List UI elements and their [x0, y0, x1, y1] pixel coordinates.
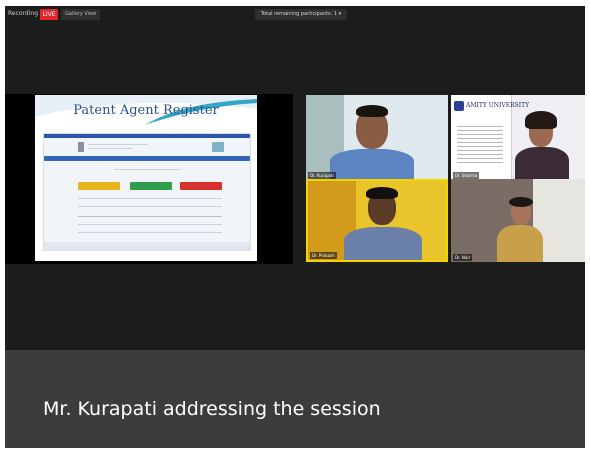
form-row-1 — [78, 198, 222, 199]
participant-shirt — [330, 149, 414, 180]
photo-caption: Mr. Kurapati addressing the session — [43, 398, 381, 420]
search-option-green — [130, 182, 172, 190]
website-logo — [212, 142, 224, 152]
video-tile-participant-3-active-speaker[interactable]: Dr. Prakash — [306, 179, 448, 262]
participant-name-label: Dr. Sharma — [453, 172, 480, 179]
participants-label: Total remaining participants: 1 — [260, 11, 338, 17]
website-header-bar — [44, 134, 250, 138]
search-option-yellow — [78, 182, 120, 190]
amity-banner: AMITY UNIVERSITY — [451, 95, 529, 180]
amity-logo-icon — [454, 101, 464, 111]
participant-hair — [525, 111, 557, 129]
participant-name-label: Dr. Prakash — [310, 252, 337, 259]
slide-title: Patent Agent Register — [73, 103, 219, 118]
caption-bar: Mr. Kurapati addressing the session — [5, 350, 585, 448]
participant-hair — [509, 197, 533, 207]
table-row-1 — [78, 216, 222, 217]
zoom-meeting-screenshot: Recording LIVE Gallery View Total remain… — [0, 0, 590, 453]
participants-button[interactable]: Total remaining participants: 1 ▾ — [255, 9, 347, 20]
emblem-logo — [78, 142, 84, 152]
banner-text-lines — [457, 123, 503, 163]
participant-hair — [356, 105, 388, 117]
amity-university-name: AMITY UNIVERSITY — [466, 102, 530, 109]
website-header-text-2 — [88, 148, 132, 149]
recording-label: Recording — [8, 10, 39, 17]
table-row-2 — [78, 224, 222, 225]
participant-clothing — [515, 147, 569, 180]
participant-name-label: Dr. Kurapati — [308, 172, 336, 179]
table-row-3 — [78, 232, 222, 233]
participant-saree — [497, 225, 543, 262]
chevron-down-icon: ▾ — [338, 11, 342, 17]
participant-hair — [366, 187, 398, 199]
footer-bar — [44, 242, 250, 250]
video-tile-participant-4[interactable]: Dr. Nair — [451, 179, 585, 262]
video-tile-participant-1[interactable]: Dr. Kurapati — [306, 95, 448, 180]
top-bar: Recording LIVE Gallery View Total remain… — [5, 6, 585, 24]
participant-shirt — [344, 227, 422, 260]
presentation-slide: Patent Agent Register — [35, 95, 257, 261]
video-tile-participant-2[interactable]: AMITY UNIVERSITY Dr. Sharma — [451, 95, 585, 180]
website-header-text — [88, 144, 148, 145]
view-mode-selector[interactable]: Gallery View — [61, 9, 101, 20]
register-website-screenshot — [43, 133, 251, 251]
meeting-window: Recording LIVE Gallery View Total remain… — [5, 6, 585, 350]
shared-screen: Patent Agent Register — [5, 94, 293, 264]
website-nav-bar — [44, 156, 250, 161]
participant-name-label: Dr. Nair — [453, 254, 473, 261]
live-badge[interactable]: LIVE — [40, 9, 58, 20]
form-row-2 — [78, 206, 222, 207]
website-subtitle — [114, 169, 180, 170]
search-option-red — [180, 182, 222, 190]
